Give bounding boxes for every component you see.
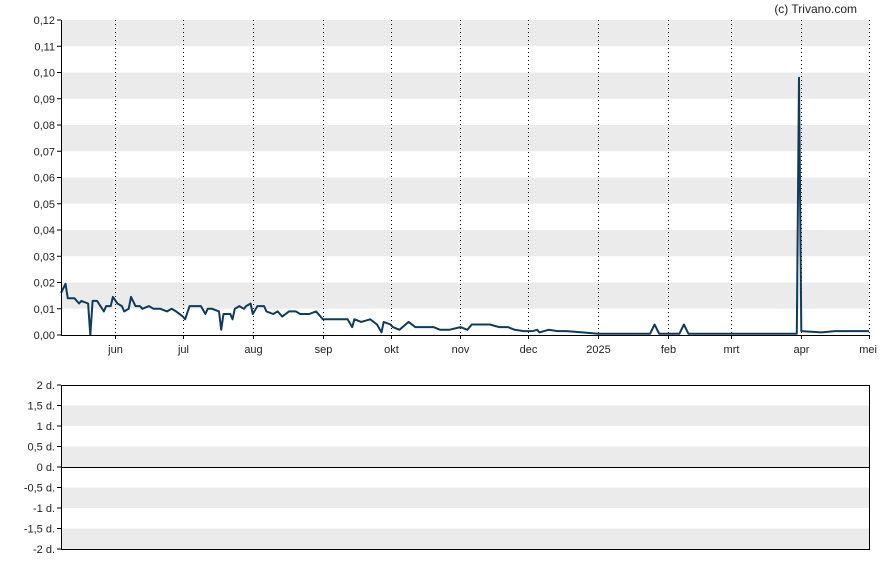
y-tick-label: 0,04: [34, 225, 55, 237]
x-tick-label: nov: [452, 344, 470, 356]
main-chart-y-ticks: 0,00 0,01 0,02 0,03 0,04 0,05 0,06 0,07 0,08 0,09…: [34, 15, 61, 342]
x-tick-label: dec: [520, 344, 538, 356]
sub-y-tick-label: 1 d.: [37, 421, 55, 433]
y-tick-label: 0,07: [34, 146, 55, 158]
y-tick-label: 0,08: [34, 120, 55, 132]
x-tick-label: feb: [661, 344, 676, 356]
y-tick-label: 0,09: [34, 94, 55, 106]
x-tick-label: jul: [177, 344, 189, 356]
y-tick-label: 0,10: [34, 68, 55, 80]
x-tick-label: sep: [315, 344, 333, 356]
sub-y-tick-label: -0,5 d.: [24, 483, 55, 495]
y-tick-label: 0,05: [34, 199, 55, 211]
y-tick-label: 0,00: [34, 330, 55, 342]
x-tick-label: mrt: [724, 344, 740, 356]
y-tick-label: 0,01: [34, 304, 55, 316]
sub-y-tick-label: -1,5 d.: [24, 524, 55, 536]
y-tick-label: 0,11: [34, 41, 55, 53]
sub-grid-band: [61, 405, 869, 426]
sub-y-tick-label: 2 d.: [37, 380, 55, 392]
y-tick-label: 0,02: [34, 278, 55, 290]
watermark-text: (c) Trivano.com: [774, 2, 857, 16]
y-tick-label: 0,12: [34, 15, 55, 27]
main-grid-band: [61, 177, 869, 204]
sub-grid-band: [61, 487, 869, 508]
x-tick-label: jun: [107, 344, 123, 356]
x-tick-label: mei: [859, 344, 877, 356]
main-grid-band: [61, 72, 869, 99]
main-chart-bands: [61, 20, 869, 309]
main-grid-band: [61, 125, 869, 152]
x-tick-label: apr: [794, 344, 810, 356]
main-chart-x-ticks: jun jul aug sep okt nov dec 2025 feb mrt apr mei: [107, 335, 877, 356]
sub-y-tick-label: 0,5 d.: [27, 442, 55, 454]
sub-chart-y-ticks: 2 d. 1,5 d. 1 d. 0,5 d. 0 d. -0,5 d. -1 d. -1,5…: [24, 380, 61, 556]
sub-chart-bands: [61, 405, 869, 549]
sub-grid-band: [61, 446, 869, 467]
chart-canvas: 0,00 0,01 0,02 0,03 0,04 0,05 0,06 0,07 0,08 0,09…: [24, 2, 877, 556]
sub-y-tick-label: -1 d.: [33, 503, 55, 515]
sub-y-tick-label: 1,5 d.: [27, 401, 55, 413]
y-tick-label: 0,06: [34, 173, 55, 185]
y-tick-label: 0,03: [34, 251, 55, 263]
x-tick-label: okt: [384, 344, 399, 356]
x-tick-label: aug: [244, 344, 262, 356]
main-grid-band: [61, 230, 869, 257]
x-tick-label: 2025: [586, 344, 610, 356]
sub-grid-band: [61, 528, 869, 549]
main-grid-band: [61, 282, 869, 309]
main-grid-band: [61, 20, 869, 47]
sub-y-tick-label: -2 d.: [33, 544, 55, 556]
sub-y-tick-label: 0 d.: [37, 462, 55, 474]
